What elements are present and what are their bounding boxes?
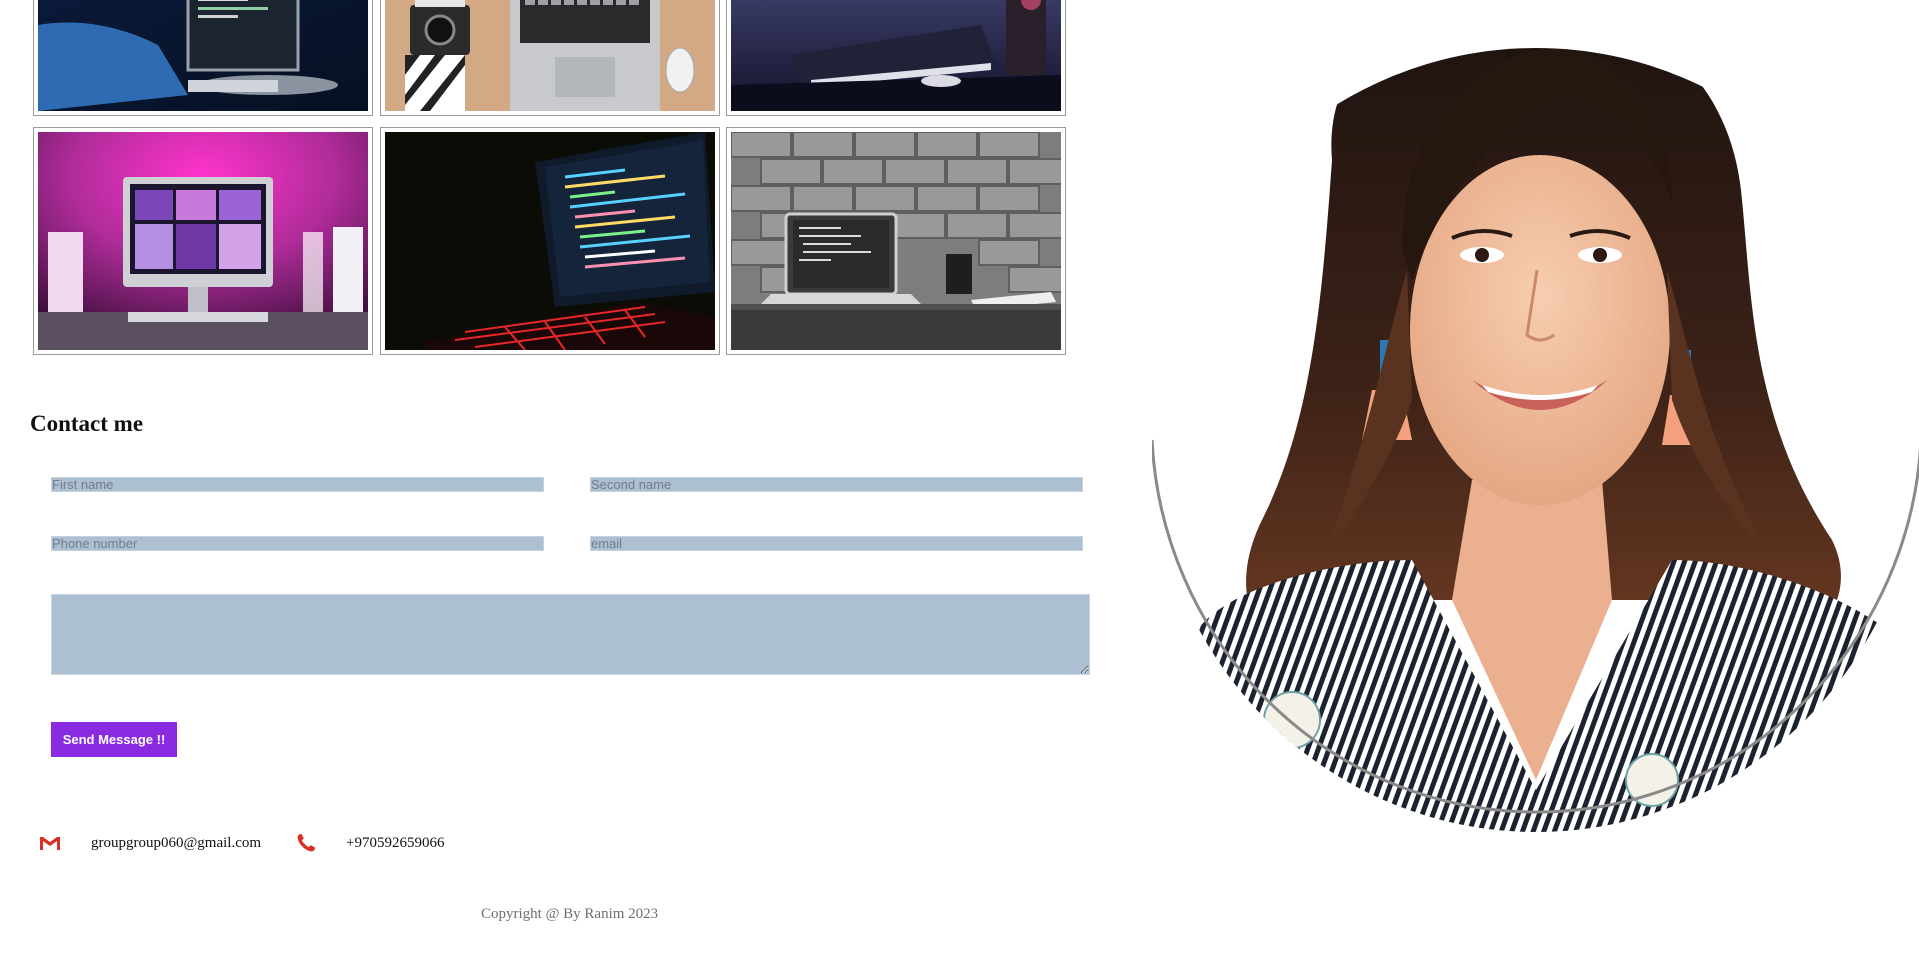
contact-title: Contact me <box>30 411 144 436</box>
gallery-item[interactable] <box>33 0 373 116</box>
phone-icon <box>294 831 318 855</box>
phone-info: +970592659066 <box>294 831 445 855</box>
portrait-image <box>1152 0 1919 832</box>
copyright-text: Copyright @ By Ranim 2023 <box>481 906 659 922</box>
email-input[interactable] <box>590 536 1083 551</box>
phone-number[interactable]: +970592659066 <box>346 835 444 852</box>
gallery-image <box>731 0 1061 111</box>
gallery-item[interactable] <box>726 127 1066 355</box>
first-name-input[interactable] <box>51 477 544 492</box>
email-address[interactable]: groupgroup060@gmail.com <box>91 835 261 852</box>
project-gallery <box>33 0 1066 355</box>
gallery-item[interactable] <box>726 0 1066 116</box>
email-info: groupgroup060@gmail.com <box>38 831 261 855</box>
gallery-image <box>731 132 1061 350</box>
gallery-image <box>38 0 368 111</box>
second-name-input[interactable] <box>590 477 1083 492</box>
gallery-item[interactable] <box>380 0 720 116</box>
gallery-item[interactable] <box>380 127 720 355</box>
phone-number-input[interactable] <box>51 536 544 551</box>
message-textarea[interactable] <box>51 594 1090 675</box>
send-message-button[interactable]: Send Message !! <box>51 722 177 757</box>
gallery-image <box>385 132 715 350</box>
gallery-item[interactable] <box>33 127 373 355</box>
gallery-image <box>385 0 715 111</box>
contact-info: groupgroup060@gmail.com +970592659066 <box>38 830 445 856</box>
gmail-icon <box>38 831 62 855</box>
gallery-image <box>38 132 368 350</box>
